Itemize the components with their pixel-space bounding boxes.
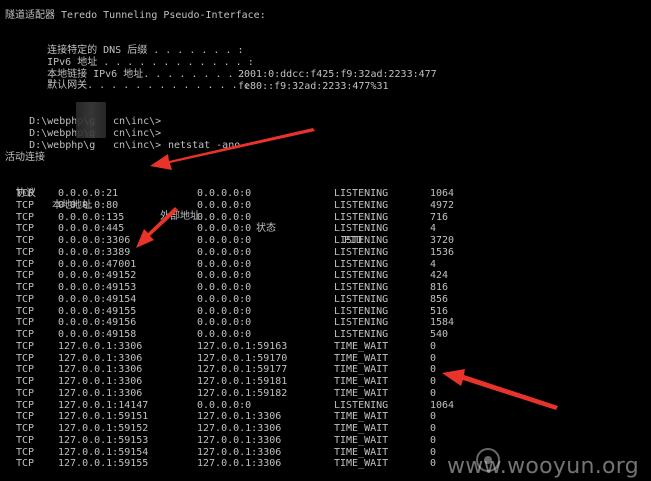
console-window[interactable]: 隧道适配器 Teredo Tunneling Pseudo-Interface:… bbox=[0, 0, 651, 481]
annotation-layer bbox=[136, 128, 558, 410]
red-arrow-icon bbox=[442, 369, 558, 410]
red-arrow-icon bbox=[136, 207, 178, 248]
red-arrow-icon bbox=[150, 128, 315, 170]
